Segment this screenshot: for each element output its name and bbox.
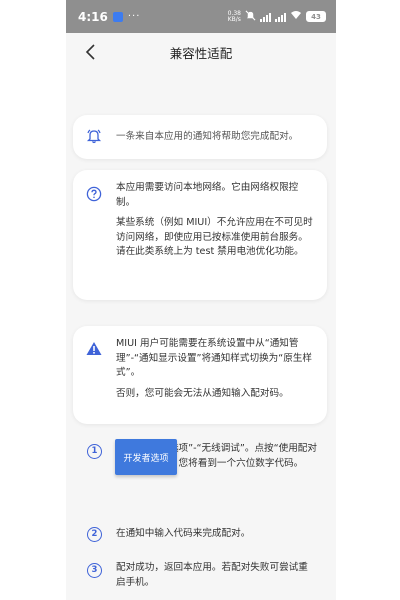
miui-card-text: MIUI 用户可能需要在系统设置中从“通知管理”-“通知显示设置”将通知样式切换… xyxy=(116,337,315,401)
miui-instruction-text: MIUI 用户可能需要在系统设置中从“通知管理”-“通知显示设置”将通知样式切换… xyxy=(116,338,313,378)
page-title: 兼容性适配 xyxy=(169,45,233,61)
phone-screen: 4:16 ··· 0.38 KB/s 43 兼容性适配 一条来自本应用的通知将帮… xyxy=(66,0,336,600)
mute-icon xyxy=(245,10,256,24)
help-circle-icon xyxy=(86,186,102,206)
status-time: 4:16 xyxy=(78,9,108,24)
wifi-icon xyxy=(290,10,302,23)
warning-icon xyxy=(86,341,102,360)
battery-optimization-text: 某些系统（例如 MIUI）不允许应用在不可见时访问网络，即使应用已按标准使用前台… xyxy=(116,217,313,257)
miui-warning-card: MIUI 用户可能需要在系统设置中从“通知管理”-“通知显示设置”将通知样式切换… xyxy=(73,326,327,424)
network-speed-unit: KB/s xyxy=(227,15,241,23)
step-number-3-icon: 3 xyxy=(87,563,102,578)
step-3-text: 配对成功，返回本应用。若配对失败可尝试重启手机。 xyxy=(116,562,308,588)
step-number-2-icon: 2 xyxy=(87,527,102,542)
network-speed: 0.38 KB/s xyxy=(227,10,241,23)
developer-options-button[interactable]: 开发者选项 xyxy=(115,439,177,475)
signal-icon-sim1 xyxy=(260,12,271,22)
status-bar: 4:16 ··· 0.38 KB/s 43 xyxy=(66,0,336,33)
back-button[interactable] xyxy=(76,37,106,67)
bell-icon xyxy=(86,128,102,148)
battery-icon: 43 xyxy=(306,11,326,22)
more-notifications-icon: ··· xyxy=(127,11,141,22)
step-number-1-icon: 1 xyxy=(87,444,102,459)
miui-consequence-text: 否则，您可能会无法从通知输入配对码。 xyxy=(116,387,289,399)
notification-text: 一条来自本应用的通知将帮助您完成配对。 xyxy=(116,131,299,142)
notification-card: 一条来自本应用的通知将帮助您完成配对。 xyxy=(73,115,327,159)
signal-icon-sim2 xyxy=(275,12,286,22)
app-bar: 兼容性适配 xyxy=(66,33,336,71)
step-2-text: 在通知中输入代码来完成配对。 xyxy=(116,528,251,539)
network-requirement-text: 本应用需要访问本地网络。它由网络权限控制。 xyxy=(116,182,299,208)
network-permission-card: 本应用需要访问本地网络。它由网络权限控制。 某些系统（例如 MIUI）不允许应用… xyxy=(73,170,327,300)
back-arrow-icon xyxy=(85,44,95,60)
app-notification-icon xyxy=(112,11,123,22)
network-card-text: 本应用需要访问本地网络。它由网络权限控制。 某些系统（例如 MIUI）不允许应用… xyxy=(116,181,315,260)
